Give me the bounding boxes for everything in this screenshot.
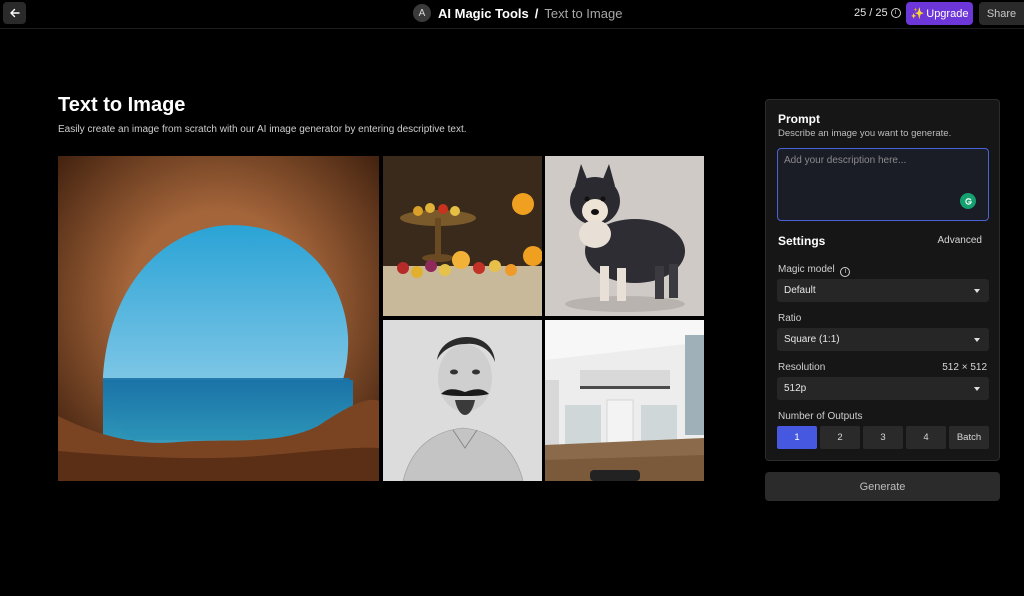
ratio-select[interactable]: Square (1:1) <box>777 328 989 351</box>
app-name-link[interactable]: AI Magic Tools <box>438 6 529 21</box>
info-icon[interactable]: i <box>840 267 851 277</box>
arrow-left-icon <box>9 8 20 18</box>
example-image-cave <box>58 156 379 481</box>
app-avatar[interactable]: A <box>413 4 431 22</box>
outputs-label: Number of Outputs <box>778 411 863 422</box>
prompt-input[interactable] <box>778 149 988 220</box>
magic-model-label-text: Magic model <box>778 264 835 275</box>
outputs-option-batch[interactable]: Batch <box>949 426 989 449</box>
chevron-down-icon <box>974 289 980 293</box>
outputs-option-1[interactable]: 1 <box>777 426 817 449</box>
magic-model-value: Default <box>784 285 816 296</box>
chevron-down-icon <box>974 387 980 391</box>
breadcrumb-current-page: Text to Image <box>544 5 623 21</box>
grammar-check-icon[interactable] <box>960 193 976 209</box>
prompt-title: Prompt <box>778 112 820 126</box>
upgrade-label: Upgrade <box>926 7 969 20</box>
example-image-portrait-sketch <box>383 320 542 481</box>
page-subtitle: Easily create an image from scratch with… <box>58 124 467 135</box>
advanced-settings-link[interactable]: Advanced <box>938 235 982 246</box>
outputs-option-2[interactable]: 2 <box>820 426 860 449</box>
example-image-interior <box>545 320 704 481</box>
ratio-label: Ratio <box>778 313 802 324</box>
generation-panel: Prompt Describe an image you want to gen… <box>765 99 1000 461</box>
resolution-label: Resolution <box>778 362 826 373</box>
outputs-selector: 1 2 3 4 Batch <box>777 426 989 449</box>
resolution-select[interactable]: 512p <box>777 377 989 400</box>
breadcrumb-separator: / <box>534 5 539 21</box>
example-image-dog <box>545 156 704 316</box>
info-icon[interactable]: i <box>890 8 901 18</box>
outputs-option-4[interactable]: 4 <box>906 426 946 449</box>
example-image-fruit-still-life <box>383 156 542 316</box>
ratio-value: Square (1:1) <box>784 334 840 345</box>
outputs-option-3[interactable]: 3 <box>863 426 903 449</box>
generate-button[interactable]: Generate <box>765 472 1000 501</box>
sparkle-icon: ✨ <box>910 8 925 20</box>
magic-model-label: Magic model i <box>778 264 851 277</box>
page-title: Text to Image <box>58 94 186 116</box>
upgrade-button[interactable]: ✨ Upgrade <box>906 2 973 25</box>
settings-title: Settings <box>778 234 826 248</box>
back-button[interactable] <box>3 2 26 24</box>
prompt-box <box>777 148 989 221</box>
breadcrumb: A AI Magic Tools / Text to Image <box>413 4 622 22</box>
share-button[interactable]: Share <box>979 2 1024 25</box>
chevron-down-icon <box>974 338 980 342</box>
credits-counter: 25 / 25 i <box>854 7 901 19</box>
resolution-value: 512p <box>784 383 807 394</box>
top-bar: A AI Magic Tools / Text to Image 25 / 25… <box>0 0 1024 29</box>
example-gallery <box>58 156 704 481</box>
magic-model-select[interactable]: Default <box>777 279 989 302</box>
prompt-subtitle: Describe an image you want to generate. <box>778 128 952 139</box>
credits-value: 25 / 25 <box>854 7 888 19</box>
resolution-size: 512 × 512 <box>942 362 987 373</box>
